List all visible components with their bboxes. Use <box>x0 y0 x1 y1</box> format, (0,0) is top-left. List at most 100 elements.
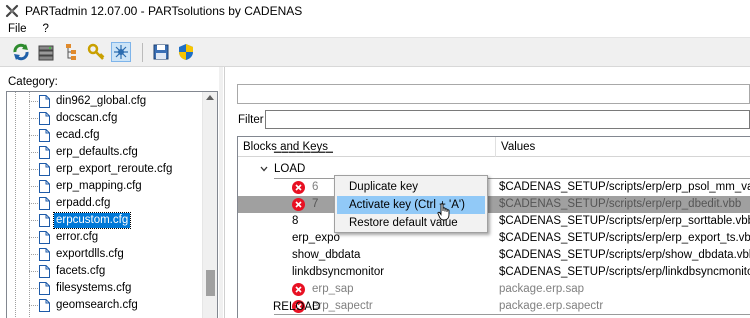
tree-item-exportdlls[interactable]: exportdlls.cfg <box>39 246 126 263</box>
row-value: $CADENAS_SETUP/scripts/erp/linkdbsyncmon… <box>499 266 750 278</box>
row-value: $CADENAS_SETUP/scripts/erp/erp_psol_mm_v… <box>499 181 750 193</box>
group-label: LOAD <box>274 163 306 175</box>
partadmin-app-icon <box>5 4 19 17</box>
row-value: package.erp.sapectr <box>499 300 604 312</box>
shield-button[interactable] <box>176 42 196 62</box>
tree-item-erp-defaults[interactable]: erp_defaults.cfg <box>39 144 140 161</box>
table-row[interactable]: 6 $CADENAS_SETUP/scripts/erp/erp_psol_mm… <box>238 179 750 196</box>
row-value: $CADENAS_SETUP/scripts/erp/erp_dbedit.vb… <box>499 198 742 210</box>
category-tree[interactable]: din962_global.cfg docscan.cfg ecad.cfg e… <box>6 91 218 318</box>
menu-file[interactable]: File <box>0 23 35 35</box>
refresh-button[interactable] <box>11 42 31 62</box>
save-icon <box>153 44 169 60</box>
tree-item-erp-export-reroute[interactable]: erp_export_reroute.cfg <box>39 161 174 178</box>
tree-item-label: exportdlls.cfg <box>56 248 124 260</box>
error-icon <box>292 283 305 296</box>
network-icon <box>114 45 128 59</box>
tree-item-geomsearch[interactable]: geomsearch.cfg <box>39 297 140 314</box>
file-icon <box>39 299 50 312</box>
group-separator <box>274 314 750 315</box>
menu-item-duplicate-key[interactable]: Duplicate key <box>337 178 485 196</box>
file-icon <box>39 180 50 193</box>
scroll-up-arrow-icon[interactable] <box>206 95 214 100</box>
file-icon <box>39 282 50 295</box>
file-icon <box>39 95 50 108</box>
menu-help[interactable]: ? <box>35 23 57 35</box>
row-key: 8 <box>292 215 299 227</box>
menu-bar: File ? <box>0 21 750 37</box>
tree-item-erpadd[interactable]: erpadd.cfg <box>39 195 112 212</box>
tree-scrollbar[interactable] <box>202 92 217 318</box>
tree-item-label: ecad.cfg <box>56 129 100 141</box>
server-button[interactable] <box>36 42 56 62</box>
row-key: erp_expo <box>292 232 340 244</box>
tree-button[interactable] <box>61 42 81 62</box>
toolbar-separator <box>142 43 143 62</box>
tree-item-label: din962_global.cfg <box>56 95 147 107</box>
file-icon <box>39 112 50 125</box>
tree-item-ecad[interactable]: ecad.cfg <box>39 127 101 144</box>
tree-item-din962-global[interactable]: din962_global.cfg <box>39 93 148 110</box>
column-header-values[interactable]: Values <box>496 137 535 157</box>
tree-item-filesystems[interactable]: filesystems.cfg <box>39 280 133 297</box>
keys-grid[interactable]: Blocks and Keys Values ▔▔▔▔▔▔▔▔ LOAD 6 $… <box>237 136 750 318</box>
table-row[interactable]: show_dbdata $CADENAS_SETUP/scripts/erp/s… <box>238 247 750 264</box>
menu-item-restore-default[interactable]: Restore default value <box>337 214 485 232</box>
shield-icon <box>179 44 193 60</box>
group-reload[interactable]: RELOAD <box>273 299 320 316</box>
tree-item-label: erp_defaults.cfg <box>56 146 138 158</box>
category-path-field[interactable] <box>237 84 750 104</box>
row-value: $CADENAS_SETUP/scripts/erp/erp_export_ts… <box>499 232 750 244</box>
panel-splitter[interactable] <box>219 67 223 318</box>
panel-divider <box>224 67 225 318</box>
file-icon <box>39 214 50 227</box>
hand-cursor-icon <box>437 203 450 221</box>
row-key: show_dbdata <box>292 249 361 261</box>
chevron-down-icon[interactable] <box>260 166 268 172</box>
tree-item-label: erpadd.cfg <box>56 197 111 209</box>
file-icon <box>39 146 50 159</box>
tree-item-label: geomsearch.cfg <box>56 299 138 311</box>
row-value: package.erp.sap <box>499 283 585 295</box>
tree-item-label: erp_mapping.cfg <box>56 180 142 192</box>
menu-item-activate-key[interactable]: Activate key (Ctrl + 'A') <box>337 196 485 214</box>
tree-item-label: error.cfg <box>56 231 99 243</box>
file-icon <box>39 163 50 176</box>
row-value: $CADENAS_SETUP/scripts/erp/show_dbdata.v… <box>499 249 750 261</box>
filter-input[interactable] <box>265 110 750 129</box>
table-row[interactable]: 7 $CADENAS_SETUP/scripts/erp/erp_dbedit.… <box>238 196 750 213</box>
category-label: Category: <box>8 76 58 88</box>
table-row[interactable]: erp_sap package.erp.sap <box>238 281 750 298</box>
error-icon <box>292 181 305 194</box>
tree-item-erpcustom[interactable]: erpcustom.cfg <box>39 212 132 229</box>
table-row[interactable]: linkdbsyncmonitor $CADENAS_SETUP/scripts… <box>238 264 750 281</box>
tree-item-error[interactable]: error.cfg <box>39 229 100 246</box>
tree-item-label: erpcustom.cfg <box>52 212 132 229</box>
error-icon <box>292 198 305 211</box>
tree-item-label: facets.cfg <box>56 265 106 277</box>
table-row[interactable]: erp_expo $CADENAS_SETUP/scripts/erp/erp_… <box>238 230 750 247</box>
save-button[interactable] <box>151 42 171 62</box>
file-icon <box>39 248 50 261</box>
tree-item-label: erp_export_reroute.cfg <box>56 163 173 175</box>
row-key: erp_sapectr <box>312 300 373 312</box>
row-key: 6 <box>312 181 319 193</box>
key-button[interactable] <box>86 42 106 62</box>
row-value: $CADENAS_SETUP/scripts/erp/erp_sorttable… <box>499 215 750 227</box>
key-icon <box>87 43 105 60</box>
file-icon <box>39 231 50 244</box>
scrollbar-thumb[interactable] <box>206 270 215 296</box>
tree-item-erp-mapping[interactable]: erp_mapping.cfg <box>39 178 144 195</box>
tree-item-facets[interactable]: facets.cfg <box>39 263 107 280</box>
table-row[interactable]: 8 $CADENAS_SETUP/scripts/erp/erp_sorttab… <box>238 213 750 230</box>
file-icon <box>39 197 50 210</box>
title-bar: PARTadmin 12.07.00 - PARTsolutions by CA… <box>0 0 750 21</box>
tree-item-label: filesystems.cfg <box>56 282 132 294</box>
tree-item-label: docscan.cfg <box>56 112 118 124</box>
window-title: PARTadmin 12.07.00 - PARTsolutions by CA… <box>25 3 303 18</box>
context-menu: Duplicate key Activate key (Ctrl + 'A') … <box>334 175 488 233</box>
toolbar <box>0 37 750 67</box>
tree-item-docscan[interactable]: docscan.cfg <box>39 110 119 127</box>
group-load[interactable]: LOAD <box>238 161 750 178</box>
network-button[interactable] <box>111 42 131 62</box>
